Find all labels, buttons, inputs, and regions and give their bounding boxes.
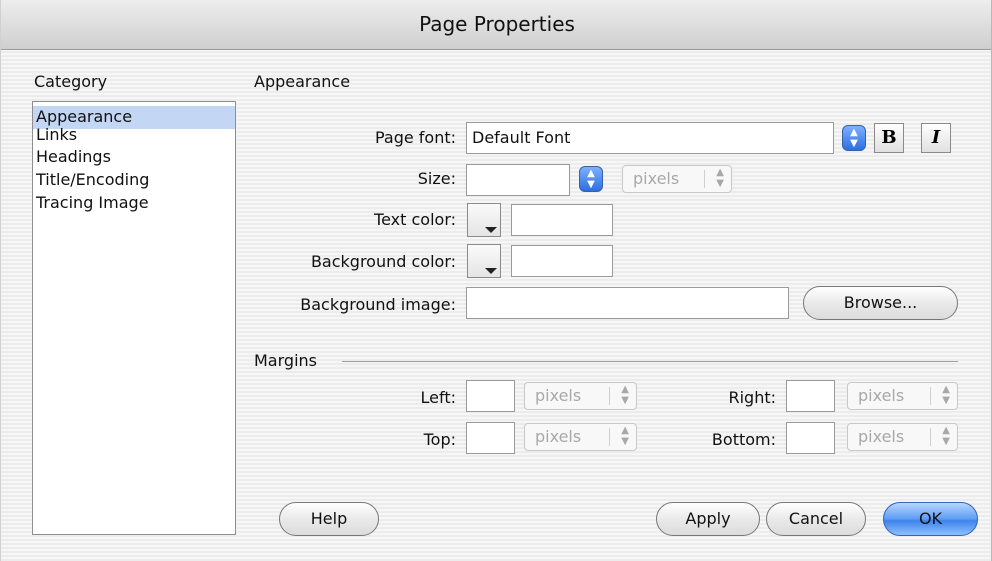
margin-left-label: Left: [420, 388, 457, 407]
margin-right-field[interactable] [786, 380, 835, 412]
page-font-dropdown-icon[interactable]: ▲ ▼ [842, 125, 866, 151]
category-list[interactable]: Appearance Links Headings Title/Encoding… [32, 101, 236, 535]
up-down-arrows-icon: ▲ ▼ [716, 167, 724, 189]
margin-left-unit-select[interactable]: pixels ▲ ▼ [524, 382, 637, 410]
panel-heading: Appearance [254, 72, 351, 91]
bold-button[interactable]: B [874, 123, 904, 153]
margin-right-unit-select[interactable]: pixels ▲ ▼ [847, 382, 958, 410]
up-down-arrows-icon: ▲ ▼ [942, 384, 950, 406]
margin-top-field[interactable] [466, 422, 515, 454]
size-dropdown-icon[interactable]: ▲ ▼ [579, 166, 603, 192]
category-item-links[interactable]: Links [33, 124, 235, 147]
page-font-field[interactable]: Default Font [466, 122, 834, 154]
margin-left-field[interactable] [466, 380, 515, 412]
category-item-headings[interactable]: Headings [33, 146, 235, 169]
text-color-label: Text color: [374, 210, 456, 229]
margins-divider [342, 361, 958, 362]
margin-right-label: Right: [728, 388, 776, 407]
background-color-label: Background color: [310, 252, 456, 271]
margin-bottom-unit-value: pixels [858, 427, 905, 446]
up-down-arrows-icon: ▲ ▼ [621, 384, 629, 406]
margin-right-unit-value: pixels [858, 386, 905, 405]
category-item-tracing-image[interactable]: Tracing Image [33, 192, 235, 215]
help-button[interactable]: Help [279, 502, 379, 536]
margin-bottom-field[interactable] [786, 422, 835, 454]
italic-button[interactable]: I [921, 123, 951, 153]
up-down-arrows-icon: ▲ ▼ [621, 425, 629, 447]
apply-button[interactable]: Apply [656, 502, 760, 536]
background-image-label: Background image: [300, 295, 456, 314]
ok-button[interactable]: OK [883, 502, 978, 536]
category-heading: Category [34, 72, 108, 91]
margin-bottom-unit-select[interactable]: pixels ▲ ▼ [847, 423, 958, 451]
text-color-field[interactable] [511, 204, 613, 236]
margin-top-unit-select[interactable]: pixels ▲ ▼ [524, 423, 637, 451]
cancel-button[interactable]: Cancel [766, 502, 866, 536]
background-image-field[interactable] [466, 287, 789, 319]
margin-bottom-label: Bottom: [711, 430, 776, 449]
size-field[interactable] [466, 164, 570, 196]
page-properties-dialog: Page Properties Category Appearance Link… [0, 0, 992, 561]
margins-heading: Margins [254, 351, 317, 370]
margin-left-unit-value: pixels [535, 386, 582, 405]
background-color-swatch-icon[interactable] [467, 244, 501, 278]
margin-top-label: Top: [423, 430, 456, 449]
text-color-swatch-icon[interactable] [467, 203, 501, 237]
margin-top-unit-value: pixels [535, 427, 582, 446]
window-title: Page Properties [419, 12, 575, 36]
page-font-label: Page font: [374, 128, 456, 147]
category-item-title-encoding[interactable]: Title/Encoding [33, 169, 235, 192]
size-unit-value: pixels [633, 169, 680, 188]
background-color-field[interactable] [511, 245, 613, 277]
up-down-arrows-icon: ▲ ▼ [942, 425, 950, 447]
title-bar: Page Properties [1, 0, 991, 50]
size-label: Size: [417, 169, 456, 188]
browse-button[interactable]: Browse... [803, 286, 958, 320]
size-unit-select[interactable]: pixels ▲ ▼ [622, 165, 732, 193]
